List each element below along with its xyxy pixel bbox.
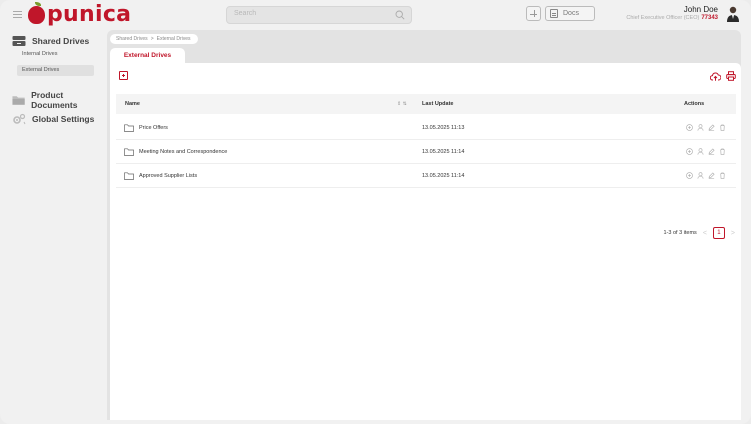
brand-logo[interactable]: punica bbox=[28, 2, 131, 28]
row-name[interactable]: Meeting Notes and Correspondence bbox=[139, 140, 227, 164]
main-panel: Shared Drives > External Drives External… bbox=[107, 30, 741, 420]
brand-name: punica bbox=[47, 2, 132, 27]
column-header-actions: Actions bbox=[684, 101, 705, 107]
quick-add-button[interactable] bbox=[526, 6, 541, 21]
sort-icon[interactable]: ⇕ ⇅ bbox=[397, 101, 407, 107]
print-icon[interactable] bbox=[726, 71, 736, 81]
row-name[interactable]: Approved Supplier Lists bbox=[139, 164, 197, 188]
folder-icon bbox=[12, 96, 25, 105]
user-icon[interactable] bbox=[697, 148, 704, 155]
pagination: 1-3 of 3 items < 1 > bbox=[663, 227, 735, 239]
breadcrumb: Shared Drives > External Drives bbox=[110, 34, 198, 44]
user-icon[interactable] bbox=[697, 124, 704, 131]
row-actions bbox=[686, 124, 726, 131]
edit-icon[interactable] bbox=[708, 172, 715, 179]
content-card: Name ⇕ ⇅ Last Update Actions Price Offer… bbox=[110, 63, 741, 420]
row-last-update: 13.05.2025 11:13 bbox=[422, 125, 465, 131]
document-icon bbox=[550, 9, 558, 18]
docs-label: Docs bbox=[563, 10, 579, 17]
folder-icon bbox=[124, 148, 134, 156]
top-bar: punica Search Docs John Doe Chief Execut… bbox=[0, 0, 751, 30]
next-page-button[interactable]: > bbox=[731, 230, 735, 237]
table-header: Name ⇕ ⇅ Last Update Actions bbox=[116, 94, 736, 114]
gear-icon bbox=[13, 113, 26, 125]
row-last-update: 13.05.2025 11:14 bbox=[422, 149, 465, 155]
sidebar-item-external-drives[interactable]: External Drives bbox=[17, 65, 94, 76]
search-placeholder: Search bbox=[234, 10, 257, 17]
search-input[interactable]: Search bbox=[226, 6, 412, 24]
breadcrumb-link-shared-drives[interactable]: Shared Drives bbox=[116, 34, 148, 44]
user-extension: 77343 bbox=[701, 15, 718, 21]
row-last-update: 13.05.2025 11:14 bbox=[422, 173, 465, 179]
add-circle-icon[interactable] bbox=[686, 148, 693, 155]
table-row[interactable]: Meeting Notes and Correspondence 13.05.2… bbox=[116, 140, 736, 164]
sidebar-item-product-documents[interactable]: Product Documents bbox=[12, 90, 107, 110]
folder-icon bbox=[124, 124, 134, 132]
sidebar-item-shared-drives[interactable]: Shared Drives bbox=[12, 35, 89, 47]
app-window: punica Search Docs John Doe Chief Execut… bbox=[0, 0, 751, 424]
sidebar-item-internal-drives[interactable]: Internal Drives bbox=[17, 49, 94, 60]
column-header-name[interactable]: Name bbox=[125, 94, 140, 114]
pagination-summary: 1-3 of 3 items bbox=[663, 230, 697, 236]
delete-icon[interactable] bbox=[719, 148, 726, 155]
user-icon[interactable] bbox=[697, 172, 704, 179]
table-row[interactable]: Price Offers 13.05.2025 11:13 bbox=[116, 116, 736, 140]
pomegranate-icon bbox=[28, 2, 45, 24]
breadcrumb-separator: > bbox=[150, 36, 154, 42]
user-role-line: Chief Executive Officer (CEO) 77343 bbox=[626, 15, 718, 21]
delete-icon[interactable] bbox=[719, 172, 726, 179]
table-row[interactable]: Approved Supplier Lists 13.05.2025 11:14 bbox=[116, 164, 736, 188]
tab-external-drives[interactable]: External Drives bbox=[110, 48, 185, 63]
add-circle-icon[interactable] bbox=[686, 124, 693, 131]
avatar[interactable] bbox=[726, 5, 740, 23]
folder-icon bbox=[124, 172, 134, 180]
sidebar-item-label: Global Settings bbox=[32, 114, 95, 124]
sidebar-item-global-settings[interactable]: Global Settings bbox=[12, 113, 94, 125]
cloud-upload-icon[interactable] bbox=[710, 72, 721, 81]
row-name[interactable]: Price Offers bbox=[139, 116, 168, 140]
add-folder-icon[interactable] bbox=[119, 71, 128, 80]
add-circle-icon[interactable] bbox=[686, 172, 693, 179]
prev-page-button[interactable]: < bbox=[703, 230, 707, 237]
edit-icon[interactable] bbox=[708, 124, 715, 131]
row-actions bbox=[686, 172, 726, 179]
user-name[interactable]: John Doe bbox=[684, 5, 718, 14]
menu-icon[interactable] bbox=[13, 11, 22, 18]
sidebar-item-label: Product Documents bbox=[31, 90, 78, 110]
edit-icon[interactable] bbox=[708, 148, 715, 155]
page-button-current[interactable]: 1 bbox=[712, 227, 725, 239]
search-icon[interactable] bbox=[395, 10, 405, 20]
delete-icon[interactable] bbox=[719, 124, 726, 131]
docs-button[interactable]: Docs bbox=[545, 6, 595, 21]
sidebar-item-label: Shared Drives bbox=[32, 36, 90, 46]
user-role: Chief Executive Officer (CEO) bbox=[626, 15, 700, 21]
column-header-last-update[interactable]: Last Update bbox=[422, 94, 453, 114]
row-actions bbox=[686, 148, 726, 155]
drive-icon bbox=[12, 36, 26, 46]
sidebar: Shared Drives Internal Drives External D… bbox=[0, 30, 107, 424]
breadcrumb-current: External Drives bbox=[156, 36, 191, 42]
